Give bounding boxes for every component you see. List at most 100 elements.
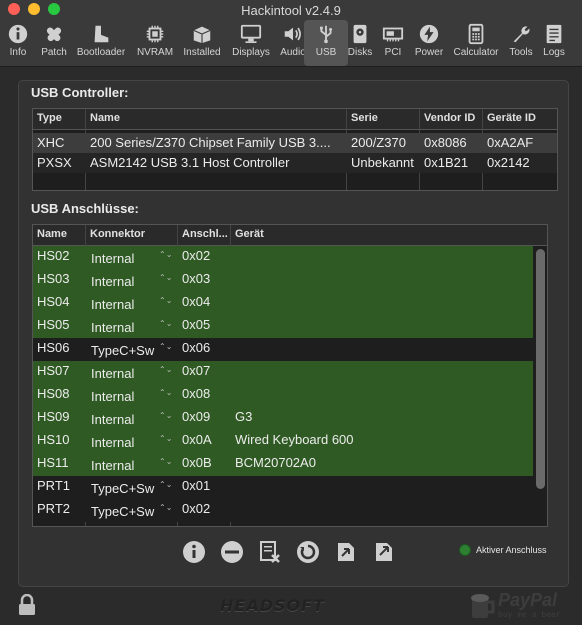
port-row[interactable]: HS11 Internal ⌃⌄ 0x0B BCM20702A0 xyxy=(33,453,533,476)
connector-select[interactable]: TypeC+Sw ⌃⌄ xyxy=(91,481,175,499)
port-row[interactable]: HS03 Internal ⌃⌄ 0x03 xyxy=(33,269,533,292)
toolbar-item-power[interactable]: Power xyxy=(407,20,451,66)
controller-serie: Unbekannt xyxy=(351,155,414,170)
export-button[interactable] xyxy=(371,539,397,565)
column-header-type[interactable]: Type xyxy=(37,112,62,124)
chevron-updown-icon: ⌃⌄ xyxy=(159,504,173,512)
connector-value: Internal xyxy=(91,458,135,473)
port-name: HS11 xyxy=(37,455,69,470)
connector-select[interactable]: Internal ⌃⌄ xyxy=(91,320,175,338)
toolbar-item-displays[interactable]: Displays xyxy=(229,20,273,66)
port-row[interactable]: HS07 Internal ⌃⌄ 0x07 xyxy=(33,361,533,384)
port-name: HS06 xyxy=(37,340,70,355)
chevron-updown-icon: ⌃⌄ xyxy=(159,320,173,328)
ports-table[interactable]: Name Konnektor Anschl... Gerät HS02 Inter… xyxy=(32,224,548,527)
connector-value: Internal xyxy=(91,320,135,335)
chevron-updown-icon: ⌃⌄ xyxy=(159,343,173,351)
port-row[interactable]: PRT2 TypeC+Sw ⌃⌄ 0x02 xyxy=(33,499,533,522)
bandage-icon xyxy=(46,27,62,42)
controller-table[interactable]: Type Name Serie Vendor ID Geräte ID XHC … xyxy=(32,108,558,191)
port-row[interactable]: HS04 Internal ⌃⌄ 0x04 xyxy=(33,292,533,315)
connector-value: Internal xyxy=(91,274,135,289)
headsoft-logo: HEADSOFT xyxy=(220,596,325,615)
disk-icon xyxy=(353,24,367,44)
controller-device-id: 0x2142 xyxy=(487,155,530,170)
column-header-port[interactable]: Anschl... xyxy=(182,228,228,240)
connector-select[interactable]: Internal ⌃⌄ xyxy=(91,435,175,453)
column-header-device-id[interactable]: Geräte ID xyxy=(487,112,536,124)
info-button[interactable] xyxy=(181,539,207,565)
port-device: BCM20702A0 xyxy=(235,455,316,470)
connector-select[interactable]: Internal ⌃⌄ xyxy=(91,458,175,476)
port-row[interactable]: PRT1 TypeC+Sw ⌃⌄ 0x01 xyxy=(33,476,533,499)
import-button[interactable] xyxy=(333,539,359,565)
port-row[interactable]: HS10 Internal ⌃⌄ 0x0A Wired Keyboard 600 xyxy=(33,430,533,453)
connector-value: Internal xyxy=(91,297,135,312)
connector-select[interactable]: Internal ⌃⌄ xyxy=(91,366,175,384)
port-row[interactable]: HS08 Internal ⌃⌄ 0x08 xyxy=(33,384,533,407)
column-header-serie[interactable]: Serie xyxy=(351,112,378,124)
connector-value: TypeC+Sw xyxy=(91,481,155,496)
column-header-name[interactable]: Name xyxy=(90,112,120,124)
port-address: 0x02 xyxy=(182,248,211,263)
info-icon xyxy=(8,24,28,44)
ports-scrollbar[interactable] xyxy=(536,249,545,489)
port-address: 0x0B xyxy=(182,455,212,470)
port-row[interactable]: HS05 Internal ⌃⌄ 0x05 xyxy=(33,315,533,338)
column-header-device[interactable]: Gerät xyxy=(235,228,264,240)
connector-value: Internal xyxy=(91,366,135,381)
clear-list-button[interactable] xyxy=(257,539,283,565)
lock-icon[interactable] xyxy=(16,593,38,621)
connector-select[interactable]: Internal ⌃⌄ xyxy=(91,251,175,269)
controller-name: 200 Series/Z370 Chipset Family USB 3.... xyxy=(90,135,331,150)
chevron-updown-icon: ⌃⌄ xyxy=(159,435,173,443)
controller-row[interactable]: XHC 200 Series/Z370 Chipset Family USB 3… xyxy=(33,133,557,153)
toolbar: Info Patch Bootloader NVRAM Installed Display… xyxy=(0,20,582,67)
port-name: HS09 xyxy=(37,409,70,424)
toolbar-item-logs[interactable]: Logs xyxy=(532,20,576,66)
toolbar-item-nvram[interactable]: NVRAM xyxy=(133,20,177,66)
toolbar-label: Installed xyxy=(183,47,221,58)
port-name: HS08 xyxy=(37,386,70,401)
connector-select[interactable]: Internal ⌃⌄ xyxy=(91,297,175,315)
column-header-port-name[interactable]: Name xyxy=(37,228,67,240)
chevron-updown-icon: ⌃⌄ xyxy=(159,251,173,259)
port-address: 0x08 xyxy=(182,386,211,401)
title-bar: Hackintool v2.4.9 xyxy=(0,0,582,20)
port-row[interactable]: HS02 Internal ⌃⌄ 0x02 xyxy=(33,246,533,269)
chevron-updown-icon: ⌃⌄ xyxy=(159,297,173,305)
remove-button[interactable] xyxy=(219,539,245,565)
toolbar-item-bootloader[interactable]: Bootloader xyxy=(77,20,125,66)
toolbar-label: Info xyxy=(9,47,27,58)
port-address: 0x06 xyxy=(182,340,211,355)
usb-icon xyxy=(320,25,333,44)
column-header-vendor-id[interactable]: Vendor ID xyxy=(424,112,475,124)
controller-row[interactable]: PXSX ASM2142 USB 3.1 Host Controller Unb… xyxy=(33,153,557,173)
paypal-tagline: buy me a beer xyxy=(498,610,561,619)
wrench-icon xyxy=(513,26,530,43)
toolbar-label: Audio xyxy=(280,47,306,58)
paypal-donate-link[interactable]: PayPal xyxy=(498,590,557,611)
connector-select[interactable]: TypeC+Sw ⌃⌄ xyxy=(91,343,175,361)
toolbar-label: Patch xyxy=(41,47,67,58)
pci-card-icon xyxy=(382,27,404,42)
toolbar-label: USB xyxy=(315,47,337,58)
controller-type: XHC xyxy=(37,135,65,150)
column-header-connector[interactable]: Konnektor xyxy=(90,228,145,240)
connector-select[interactable]: Internal ⌃⌄ xyxy=(91,274,175,292)
monitor-icon xyxy=(240,24,262,43)
port-row[interactable]: HS06 TypeC+Sw ⌃⌄ 0x06 xyxy=(33,338,533,361)
toolbar-item-patch[interactable]: Patch xyxy=(32,20,76,66)
toolbar-label: NVRAM xyxy=(136,47,174,58)
connector-select[interactable]: Internal ⌃⌄ xyxy=(91,389,175,407)
refresh-button[interactable] xyxy=(295,539,321,565)
toolbar-item-installed[interactable]: Installed xyxy=(180,20,224,66)
port-row[interactable]: HS09 Internal ⌃⌄ 0x09 G3 xyxy=(33,407,533,430)
port-address: 0x02 xyxy=(182,501,211,516)
toolbar-item-calculator[interactable]: Calculator xyxy=(453,20,499,66)
connector-value: TypeC+Sw xyxy=(91,504,155,519)
port-address: 0x0A xyxy=(182,432,212,447)
connector-select[interactable]: Internal ⌃⌄ xyxy=(91,412,175,430)
connector-select[interactable]: TypeC+Sw ⌃⌄ xyxy=(91,504,175,522)
port-name: HS02 xyxy=(37,248,70,263)
